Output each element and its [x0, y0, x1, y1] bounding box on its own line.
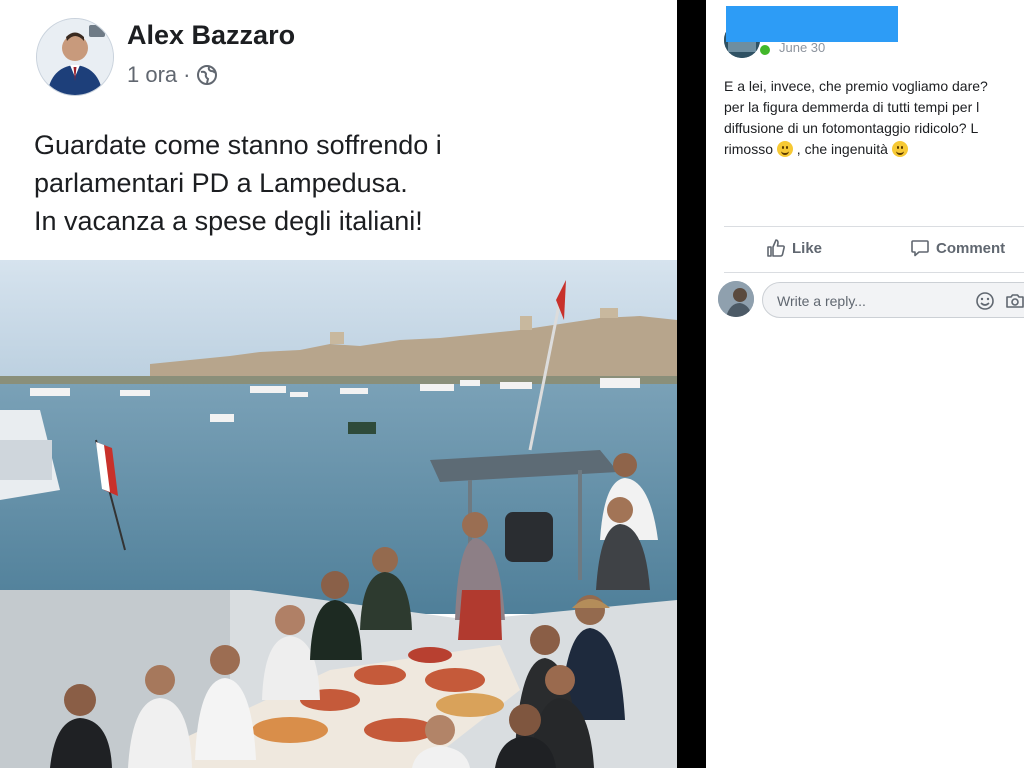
comment-line: E a lei, invece, che premio vogliamo dar…	[724, 78, 988, 94]
comment-line: per la figura demmerda di tutti tempi pe…	[724, 99, 980, 115]
meta-separator: ·	[183, 62, 191, 87]
post-time[interactable]: 1 ora	[127, 62, 177, 88]
divider	[724, 226, 1024, 227]
globe-icon	[197, 65, 218, 85]
comment-date[interactable]: June 30	[779, 40, 825, 55]
post-card: Alex Bazzaro 1 ora · Guardate come stann…	[0, 0, 677, 768]
comment-line-part: rimosso	[724, 141, 774, 157]
slightly-smiling-face-icon	[776, 141, 793, 157]
post-photo[interactable]	[0, 260, 677, 768]
comment-text: E a lei, invece, che premio vogliamo dar…	[724, 76, 1024, 160]
like-button[interactable]: Like	[766, 238, 822, 258]
thumbs-up-icon	[767, 239, 785, 257]
reply-box	[762, 282, 1024, 319]
comment-bubble-icon	[911, 240, 929, 257]
comment-button[interactable]: Comment	[910, 238, 1005, 258]
author-name[interactable]: Alex Bazzaro	[127, 20, 295, 51]
post-text-line: In vacanza a spese degli italiani!	[34, 206, 423, 236]
redacted-commenter-name	[726, 6, 898, 42]
comment-label: Comment	[936, 239, 1006, 257]
post-text-line: Guardate come stanno soffrendo i	[34, 130, 442, 160]
camera-icon[interactable]	[1005, 291, 1024, 311]
comment-line: diffusione di un fotomontaggio ridicolo?…	[724, 120, 979, 136]
comment-line: rimosso , che ingenuità	[724, 139, 1024, 160]
divider	[724, 272, 1024, 273]
post-text-line: parlamentari PD a Lampedusa.	[34, 168, 408, 198]
post-meta: 1 ora ·	[127, 62, 218, 88]
avatar-image	[718, 281, 754, 317]
online-status-dot	[758, 43, 772, 57]
post-text: Guardate come stanno soffrendo i parlame…	[34, 126, 654, 240]
slightly-smiling-face-icon	[891, 141, 908, 157]
emoji-icon[interactable]	[975, 291, 995, 311]
author-avatar[interactable]	[36, 18, 114, 96]
reply-input[interactable]	[775, 283, 969, 319]
like-label: Like	[792, 239, 823, 257]
person-photo	[37, 19, 113, 95]
comment-panel: June 30 E a lei, invece, che premio vogl…	[706, 0, 1024, 768]
user-avatar[interactable]	[718, 281, 754, 317]
comment-line-part: , che ingenuità	[796, 141, 888, 157]
